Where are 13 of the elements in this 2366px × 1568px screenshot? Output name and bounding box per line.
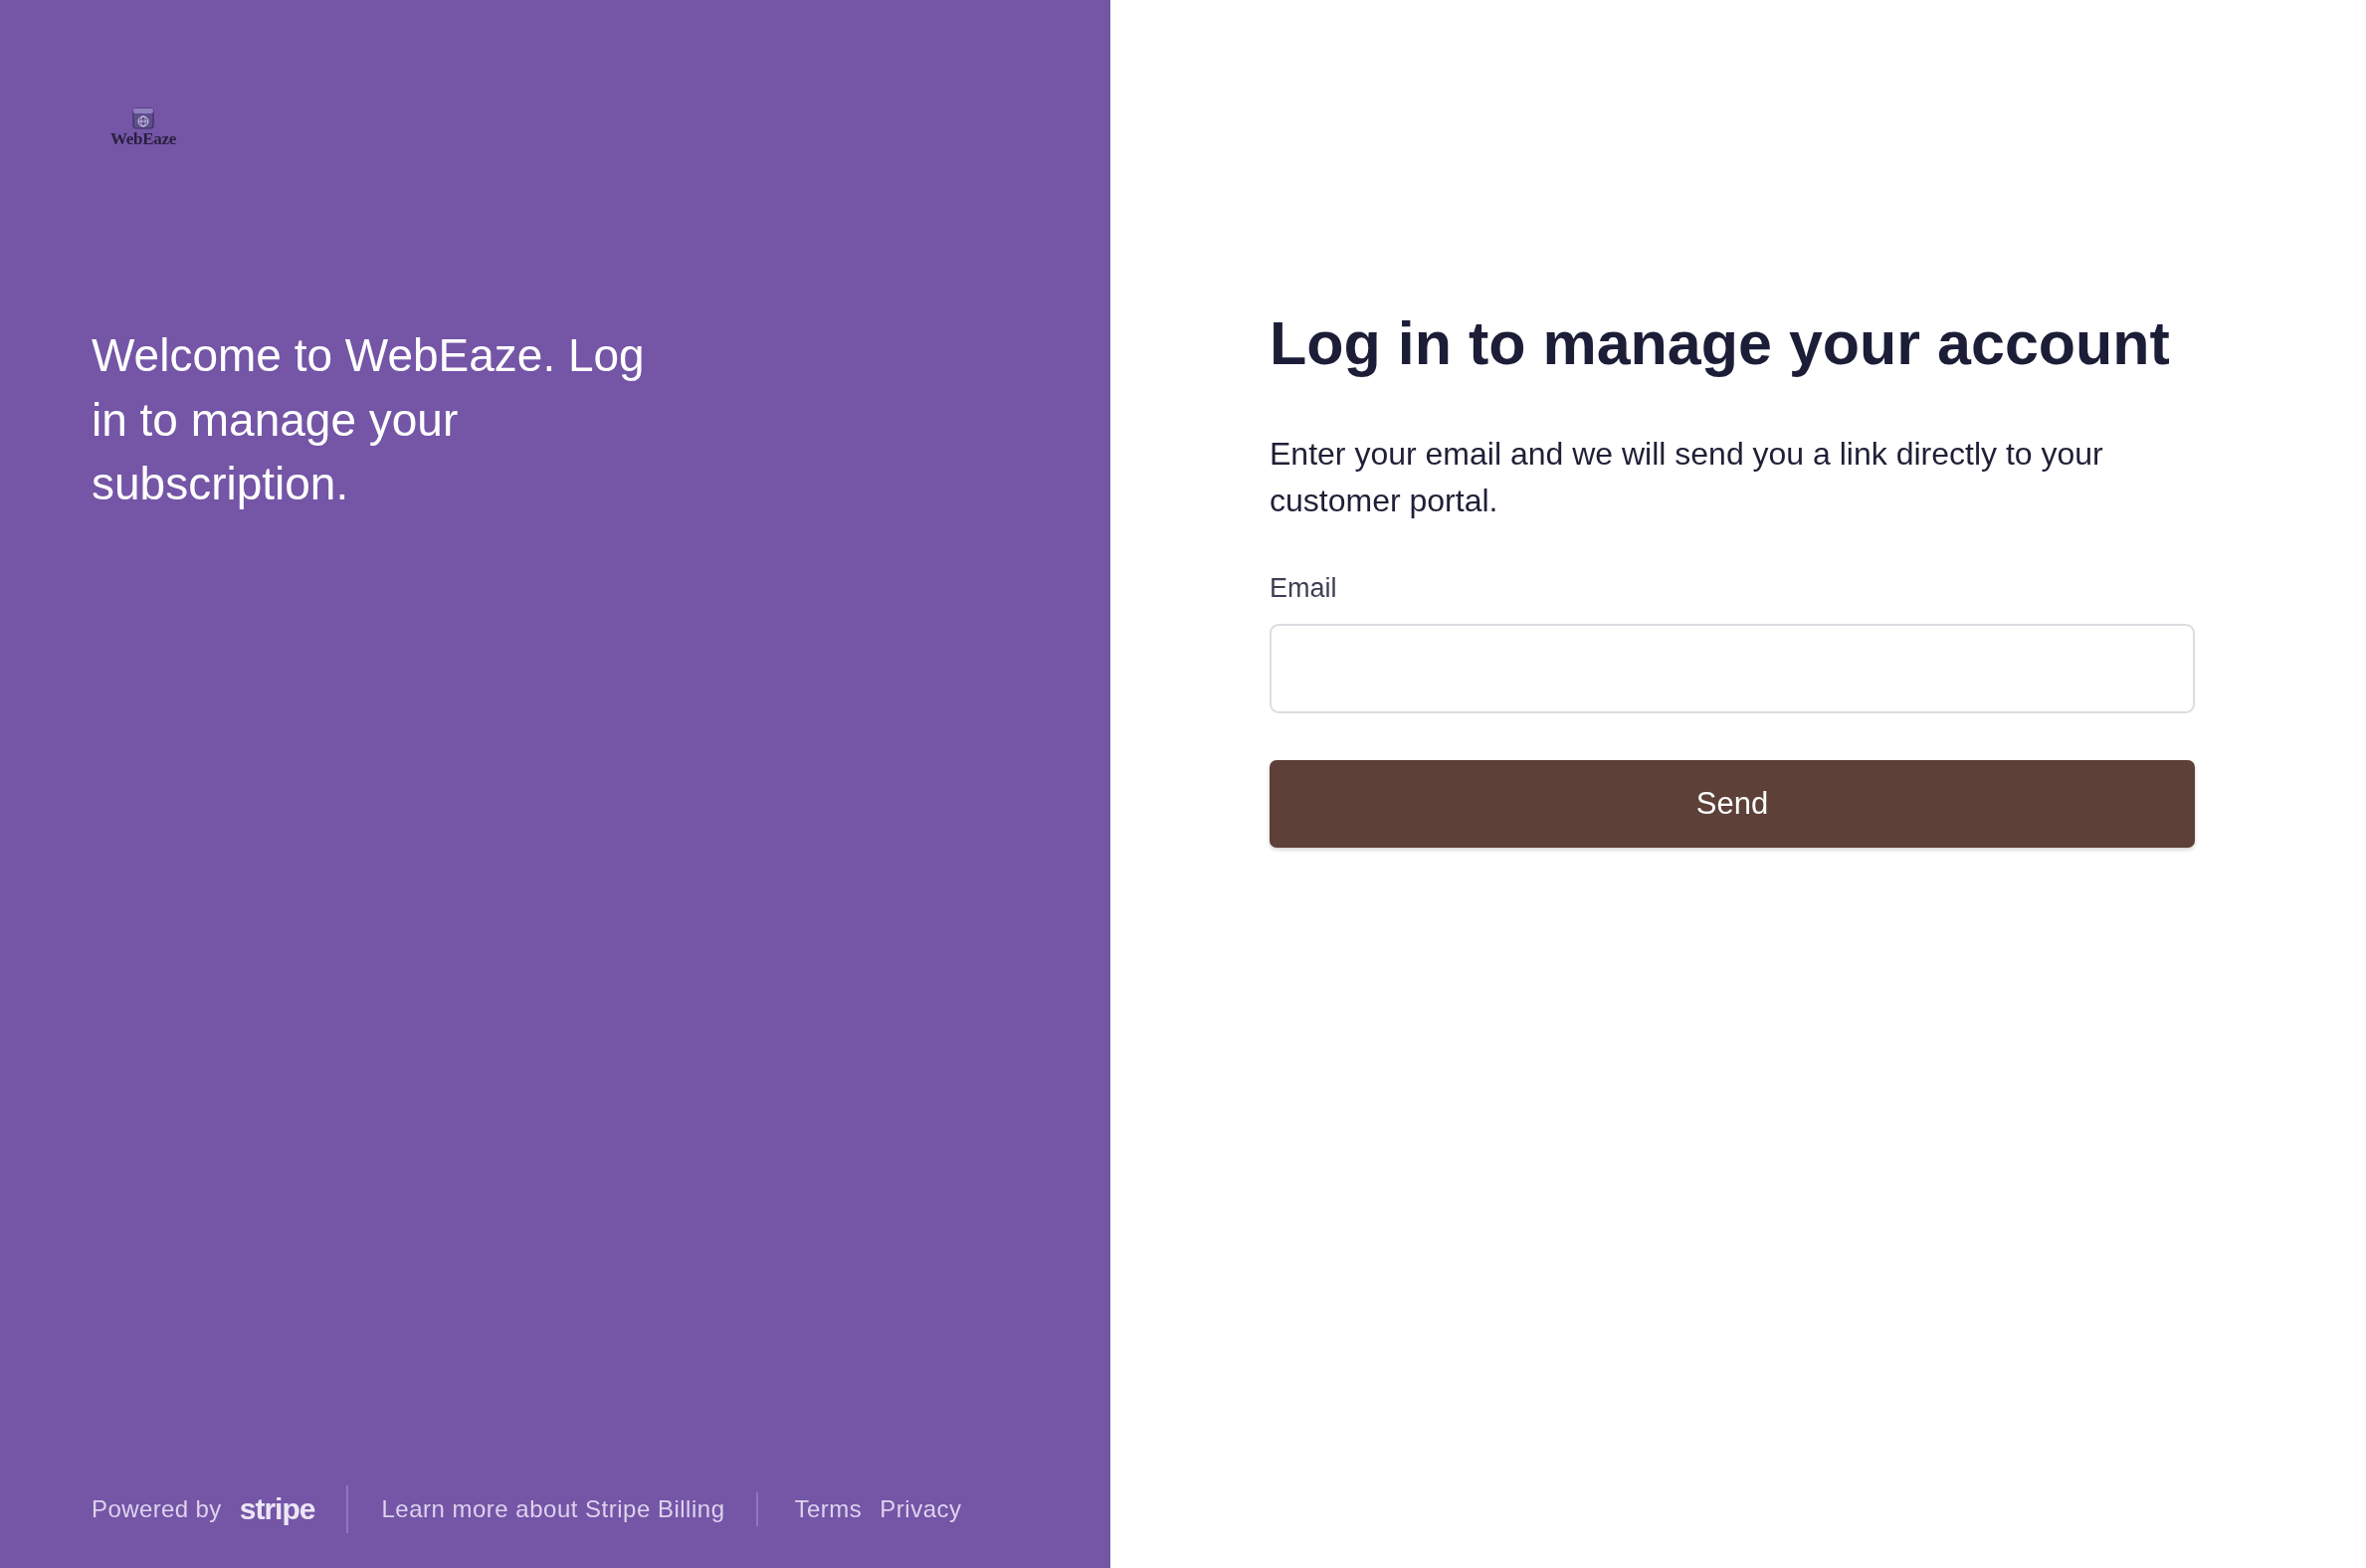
- form-title: Log in to manage your account: [1270, 308, 2171, 379]
- footer-link[interactable]: Terms: [794, 1495, 863, 1523]
- email-label: Email: [1270, 572, 1337, 605]
- send-button[interactable]: Send: [1270, 760, 2195, 848]
- brand-wordmark[interactable]: stripe: [239, 1494, 315, 1524]
- welcome-text: Welcome to WebEaze. Log in to manage your subscription.: [92, 328, 646, 511]
- brand-name: WebEaze: [110, 129, 176, 149]
- email-field[interactable]: [1270, 624, 2195, 713]
- footer-link[interactable]: Privacy: [880, 1495, 962, 1523]
- powered-by-text: Powered by: [92, 1495, 222, 1523]
- browser-globe-icon: [132, 107, 154, 129]
- footer-link[interactable]: Learn more about Stripe Billing: [381, 1495, 725, 1523]
- form-description: Enter your email and we will send you a link directly to your customer portal.: [1270, 435, 2104, 520]
